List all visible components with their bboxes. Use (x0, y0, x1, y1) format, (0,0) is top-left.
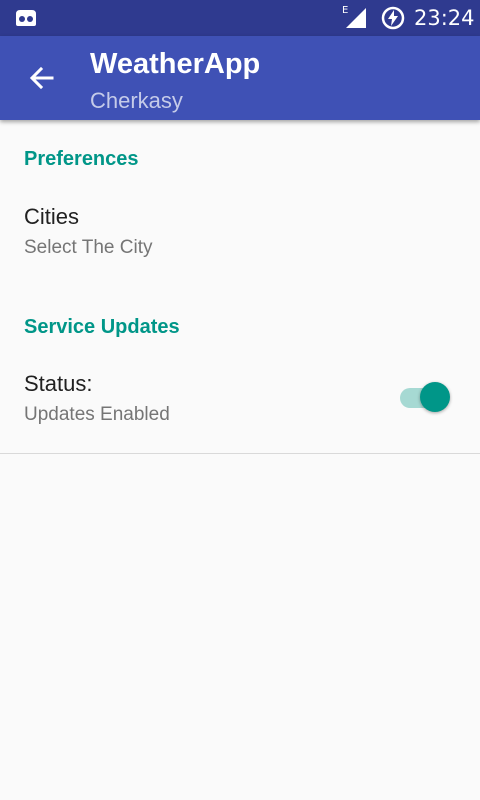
cities-title: Cities (24, 204, 80, 229)
android-bot-icon (16, 10, 36, 26)
status-bar: E 23:24 (0, 0, 480, 36)
updates-toggle[interactable] (396, 380, 454, 414)
app-bar: WeatherApp Cherkasy (0, 36, 480, 120)
status-title: Status: (24, 371, 93, 396)
back-arrow-icon[interactable] (24, 60, 60, 96)
clock: 23:24 (414, 6, 475, 30)
preferences-header: Preferences (24, 148, 139, 170)
service-updates-header: Service Updates (24, 316, 180, 338)
divider (0, 453, 480, 454)
battery-charging-icon (381, 6, 405, 30)
signal-icon (346, 8, 366, 28)
page-subtitle: Cherkasy (90, 88, 183, 113)
page-title: WeatherApp (90, 48, 261, 80)
cities-summary: Select The City (24, 237, 153, 258)
toggle-thumb (420, 382, 450, 412)
status-summary: Updates Enabled (24, 404, 170, 425)
